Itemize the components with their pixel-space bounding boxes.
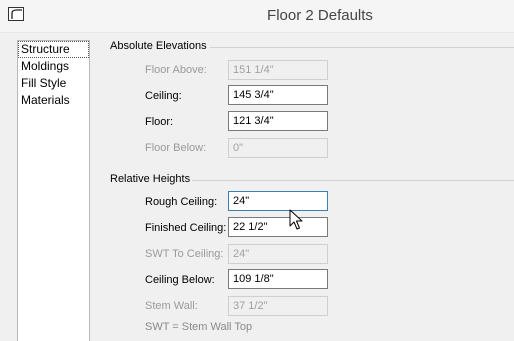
nav-item-fill-style[interactable]: Fill Style bbox=[18, 75, 89, 92]
swt-to-ceiling-label: SWT To Ceiling: bbox=[145, 248, 224, 260]
ceiling-field[interactable]: 145 3/4" bbox=[228, 85, 328, 105]
group-divider bbox=[192, 180, 514, 181]
swt-footnote: SWT = Stem Wall Top bbox=[145, 321, 253, 333]
ceiling-below-field[interactable]: 109 1/8" bbox=[228, 269, 328, 289]
rough-ceiling-label: Rough Ceiling: bbox=[145, 196, 218, 208]
group-divider bbox=[210, 47, 514, 48]
app-icon bbox=[8, 7, 24, 21]
floor-below-field: 0" bbox=[228, 138, 328, 158]
floor-above-field: 151 1/4" bbox=[228, 60, 328, 80]
absolute-elevations-heading: Absolute Elevations bbox=[110, 40, 207, 52]
floor-below-label: Floor Below: bbox=[145, 142, 207, 154]
title-bar: Floor 2 Defaults bbox=[0, 0, 514, 33]
nav-item-structure[interactable]: Structure bbox=[18, 41, 89, 58]
finished-ceiling-label: Finished Ceiling: bbox=[145, 222, 227, 234]
mouse-pointer-icon bbox=[289, 209, 303, 234]
swt-to-ceiling-field: 24" bbox=[228, 244, 328, 264]
relative-heights-heading: Relative Heights bbox=[110, 173, 191, 185]
window-title: Floor 2 Defaults bbox=[267, 7, 373, 24]
nav-item-moldings[interactable]: Moldings bbox=[18, 58, 89, 75]
ceiling-below-label: Ceiling Below: bbox=[145, 274, 215, 286]
category-list[interactable]: Structure Moldings Fill Style Materials bbox=[17, 40, 90, 341]
floor-label: Floor: bbox=[145, 116, 174, 128]
stem-wall-label: Stem Wall: bbox=[145, 300, 198, 312]
finished-ceiling-field[interactable]: 22 1/2" bbox=[228, 217, 328, 237]
nav-item-materials[interactable]: Materials bbox=[18, 92, 89, 109]
ceiling-label: Ceiling: bbox=[145, 90, 182, 102]
floor-above-label: Floor Above: bbox=[145, 64, 207, 76]
stem-wall-field: 37 1/2" bbox=[228, 296, 328, 316]
rough-ceiling-field[interactable]: 24" bbox=[228, 191, 328, 211]
floor-field[interactable]: 121 3/4" bbox=[228, 111, 328, 131]
